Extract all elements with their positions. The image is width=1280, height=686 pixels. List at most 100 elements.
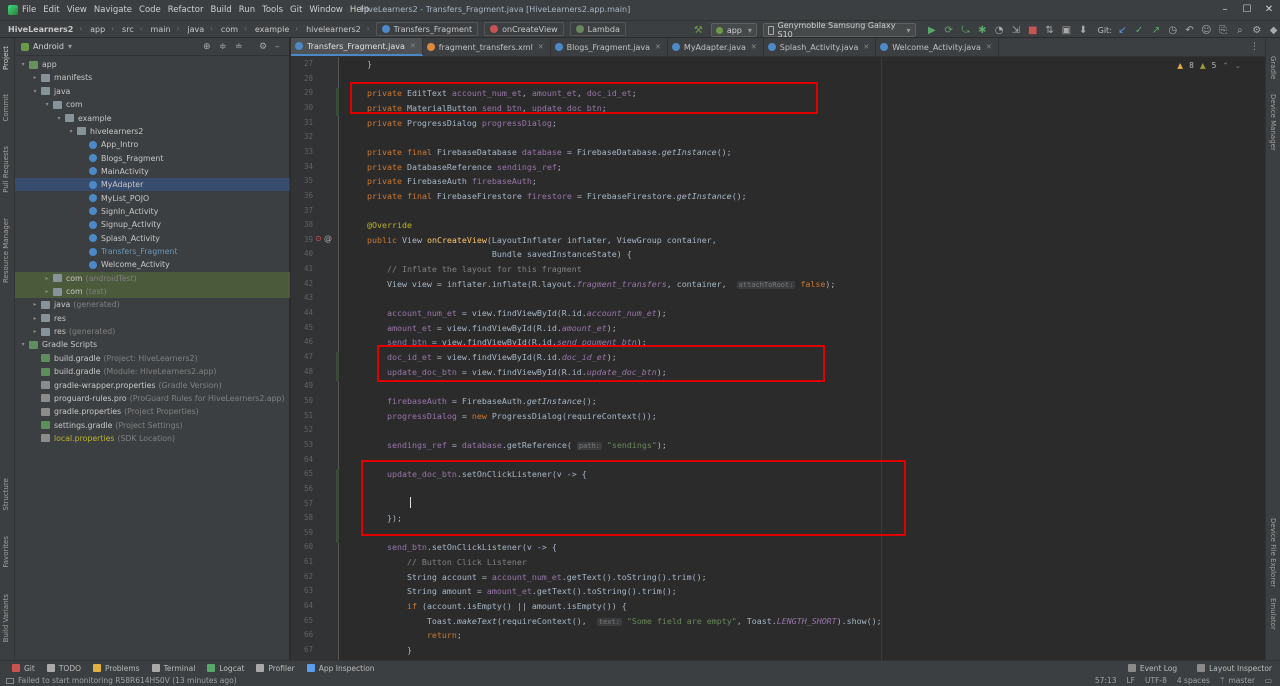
more-tabs-icon[interactable]: ⋮ — [1250, 42, 1259, 52]
tree-item[interactable]: MyList_POJO — [15, 192, 290, 205]
menu-tools[interactable]: Tools — [262, 5, 283, 15]
expand-arrow-icon[interactable]: ▾ — [19, 61, 27, 68]
tool-window-gradle[interactable]: Gradle — [1269, 56, 1277, 79]
bottom-tool-git[interactable]: Git — [12, 664, 35, 673]
tree-item[interactable]: ▾ app — [15, 58, 290, 71]
tool-window-device-file-explorer[interactable]: Device File Explorer — [1269, 518, 1277, 587]
tree-item[interactable]: Splash_Activity — [15, 232, 290, 245]
editor-tab[interactable]: Transfers_Fragment.java ✕ — [291, 38, 423, 56]
menu-run[interactable]: Run — [239, 5, 255, 15]
bottom-tool-logcat[interactable]: Logcat — [207, 664, 244, 673]
editor-tab[interactable]: Splash_Activity.java ✕ — [764, 38, 877, 56]
device-manager-icon[interactable]: ▣ — [1060, 23, 1073, 37]
tree-item[interactable]: local.properties (SDK Location) — [15, 432, 290, 445]
editor-tab[interactable]: fragment_transfers.xml ✕ — [423, 38, 551, 56]
collapse-arrow-icon[interactable]: ▸ — [31, 328, 39, 335]
collapse-arrow-icon[interactable]: ▸ — [43, 288, 51, 295]
collapse-arrow-icon[interactable]: ▸ — [31, 301, 39, 308]
debug-icon[interactable]: ✱ — [976, 23, 989, 37]
tree-item[interactable]: build.gradle (Project: HiveLearners2) — [15, 352, 290, 365]
bottom-tool-todo[interactable]: TODO — [46, 664, 81, 673]
status-message[interactable]: Failed to start monitoring R58R614HS0V (… — [18, 676, 237, 685]
tree-item[interactable]: Signup_Activity — [15, 218, 290, 231]
breadcrumb-src[interactable]: src — [122, 25, 134, 34]
gear-icon[interactable]: ⚙ — [259, 42, 267, 52]
close-tab-icon[interactable]: ✕ — [410, 42, 416, 50]
expand-arrow-icon[interactable]: ▾ — [31, 88, 39, 95]
maximize-icon[interactable]: ☐ — [1236, 0, 1258, 20]
tree-item[interactable]: MainActivity — [15, 165, 290, 178]
tree-item[interactable]: Blogs_Fragment — [15, 151, 290, 164]
jetbrains-icon[interactable]: ◆ — [1267, 23, 1280, 37]
attach-debugger-icon[interactable]: ⇲ — [1010, 23, 1023, 37]
breadcrumb-hivelearners2[interactable]: hivelearners2 — [306, 25, 361, 34]
settings-gear-icon[interactable]: ⚙ — [1250, 23, 1263, 37]
editor-tab[interactable]: Welcome_Activity.java ✕ — [876, 38, 999, 56]
device-dropdown[interactable]: Genymobile Samsung Galaxy S10 ▾ — [762, 21, 916, 39]
collapse-arrow-icon[interactable]: ▸ — [43, 275, 51, 282]
bottom-tool-layout-inspector[interactable]: Layout Inspector — [1197, 664, 1272, 673]
tool-window-build-variants[interactable]: Build Variants — [2, 594, 10, 642]
hammer-icon[interactable]: ⚒ — [692, 23, 705, 37]
tool-window-project[interactable]: Project — [2, 46, 10, 70]
git-push-icon[interactable]: ↗ — [1150, 23, 1163, 37]
bottom-tool-app-inspection[interactable]: App Inspection — [306, 664, 375, 673]
tree-item[interactable]: ▾ com — [15, 98, 290, 111]
nav-tag-method[interactable]: onCreateView — [484, 22, 564, 36]
menu-file[interactable]: File — [22, 5, 36, 15]
expand-all-icon[interactable]: ≑ — [219, 42, 227, 52]
nav-tag-lambda[interactable]: Lambda — [569, 22, 626, 36]
collapse-arrow-icon[interactable]: ▸ — [31, 315, 39, 322]
tool-window-commit[interactable]: Commit — [2, 94, 10, 122]
breadcrumb-main[interactable]: main — [151, 25, 171, 34]
expand-arrow-icon[interactable]: ▾ — [67, 128, 75, 135]
close-icon[interactable]: ✕ — [1258, 0, 1280, 20]
breadcrumb-app[interactable]: app — [90, 25, 105, 34]
menu-window[interactable]: Window — [309, 5, 343, 15]
sync-gradle-icon[interactable]: ⇅ — [1043, 23, 1056, 37]
caret-position[interactable]: 57:13 — [1095, 676, 1117, 685]
tree-item[interactable]: SignIn_Activity — [15, 205, 290, 218]
indent-setting[interactable]: 4 spaces — [1177, 676, 1210, 685]
tree-item[interactable]: ▾ Gradle Scripts — [15, 338, 290, 351]
breadcrumb-example[interactable]: example — [255, 25, 289, 34]
inspection-widget[interactable]: ▲ 8 ▲ 5 ⌃ ⌄ — [1177, 61, 1241, 70]
tree-item[interactable]: MyAdapter — [15, 178, 290, 192]
bottom-tool-problems[interactable]: Problems — [93, 664, 140, 673]
close-tab-icon[interactable]: ✕ — [986, 43, 992, 51]
tree-item[interactable]: ▸ manifests — [15, 71, 290, 84]
menu-navigate[interactable]: Navigate — [94, 5, 132, 15]
breadcrumb-project[interactable]: HiveLearners2 — [8, 25, 73, 34]
tree-item[interactable]: ▾ hivelearners2 — [15, 125, 290, 138]
override-marker-icon[interactable]: ⊙ — [315, 234, 322, 243]
expand-arrow-icon[interactable]: ▾ — [43, 101, 51, 108]
expand-arrow-icon[interactable]: ▾ — [19, 341, 27, 348]
tree-item[interactable]: ▸ com (test) — [15, 284, 290, 299]
profile-icon[interactable]: ◔ — [993, 23, 1006, 37]
tree-item[interactable]: settings.gradle (Project Settings) — [15, 418, 290, 431]
file-encoding[interactable]: UTF-8 — [1145, 676, 1167, 685]
collapse-all-icon[interactable]: ≐ — [235, 42, 243, 52]
menu-edit[interactable]: Edit — [43, 5, 59, 15]
menu-build[interactable]: Build — [210, 5, 231, 15]
tree-item[interactable]: ▸ res (generated) — [15, 325, 290, 338]
menu-code[interactable]: Code — [139, 5, 161, 15]
apply-changes-icon[interactable]: ⟳ — [942, 23, 955, 37]
tool-window-resource-manager[interactable]: Resource Manager — [2, 218, 10, 283]
run-config-dropdown[interactable]: app ▾ — [710, 23, 757, 37]
breadcrumb-com[interactable]: com — [221, 25, 238, 34]
stop-icon[interactable]: ■ — [1026, 23, 1039, 37]
tool-window-pull-requests[interactable]: Pull Requests — [2, 146, 10, 193]
tool-window-favorites[interactable]: Favorites — [2, 536, 10, 568]
tree-item[interactable]: ▸ res — [15, 312, 290, 325]
tree-item[interactable]: proguard-rules.pro (ProGuard Rules for Hi… — [15, 392, 290, 405]
collapse-arrow-icon[interactable]: ▸ — [31, 74, 39, 81]
menu-git[interactable]: Git — [290, 5, 302, 15]
close-tab-icon[interactable]: ✕ — [751, 43, 757, 51]
git-update-icon[interactable]: ↙ — [1116, 23, 1129, 37]
expand-arrow-icon[interactable]: ▾ — [55, 115, 63, 122]
menu-refactor[interactable]: Refactor — [168, 5, 204, 15]
sdk-manager-icon[interactable]: ⬇ — [1077, 23, 1090, 37]
tree-item[interactable]: Transfers_Fragment — [15, 245, 290, 258]
tree-item[interactable]: ▾ java — [15, 85, 290, 98]
